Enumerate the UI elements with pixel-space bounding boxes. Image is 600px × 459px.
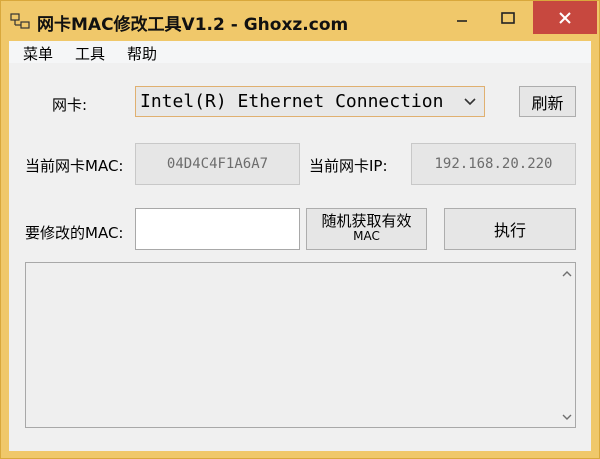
app-window: 网卡MAC修改工具V1.2 - Ghoxz.com 菜单 工具 帮助 网卡: I… xyxy=(0,0,600,459)
current-mac-label: 当前网卡MAC: xyxy=(25,157,124,175)
adapter-label: 网卡: xyxy=(52,96,88,114)
log-scrollbar[interactable] xyxy=(558,263,575,427)
current-ip-label: 当前网卡IP: xyxy=(309,157,388,175)
refresh-button[interactable]: 刷新 xyxy=(519,86,576,117)
minimize-icon xyxy=(457,19,467,22)
menu-bar: 菜单 工具 帮助 xyxy=(9,41,591,63)
random-mac-button[interactable]: 随机获取有效 MAC xyxy=(306,208,427,250)
menu-item-menu[interactable]: 菜单 xyxy=(23,43,53,64)
adapter-select[interactable]: Intel(R) Ethernet Connection xyxy=(135,86,485,117)
random-mac-button-label: 随机获取有效 xyxy=(321,212,412,230)
adapter-select-value: Intel(R) Ethernet Connection xyxy=(140,91,444,112)
chevron-down-icon[interactable] xyxy=(458,87,482,116)
title-bar[interactable]: 网卡MAC修改工具V1.2 - Ghoxz.com xyxy=(1,1,599,41)
maximize-button[interactable] xyxy=(485,1,531,34)
execute-button[interactable]: 执行 xyxy=(444,208,576,250)
maximize-icon xyxy=(501,11,515,24)
menu-item-tools[interactable]: 工具 xyxy=(75,43,105,64)
new-mac-label: 要修改的MAC: xyxy=(25,224,124,242)
network-adapter-icon xyxy=(10,13,30,29)
menu-item-help[interactable]: 帮助 xyxy=(127,43,157,64)
client-area: 菜单 工具 帮助 网卡: Intel(R) Ethernet Connectio… xyxy=(9,41,591,451)
current-mac-field: 04D4C4F1A6A7 xyxy=(135,143,300,185)
random-mac-button-label-mac: MAC xyxy=(353,229,380,243)
new-mac-input[interactable] xyxy=(135,208,300,250)
scroll-down-icon[interactable] xyxy=(558,408,575,425)
window-title: 网卡MAC修改工具V1.2 - Ghoxz.com xyxy=(37,15,349,35)
close-icon xyxy=(559,11,571,24)
minimize-button[interactable] xyxy=(439,1,485,34)
current-ip-field: 192.168.20.220 xyxy=(411,143,576,185)
scroll-up-icon[interactable] xyxy=(558,265,575,282)
log-output[interactable] xyxy=(25,262,576,428)
close-button[interactable] xyxy=(533,1,597,34)
